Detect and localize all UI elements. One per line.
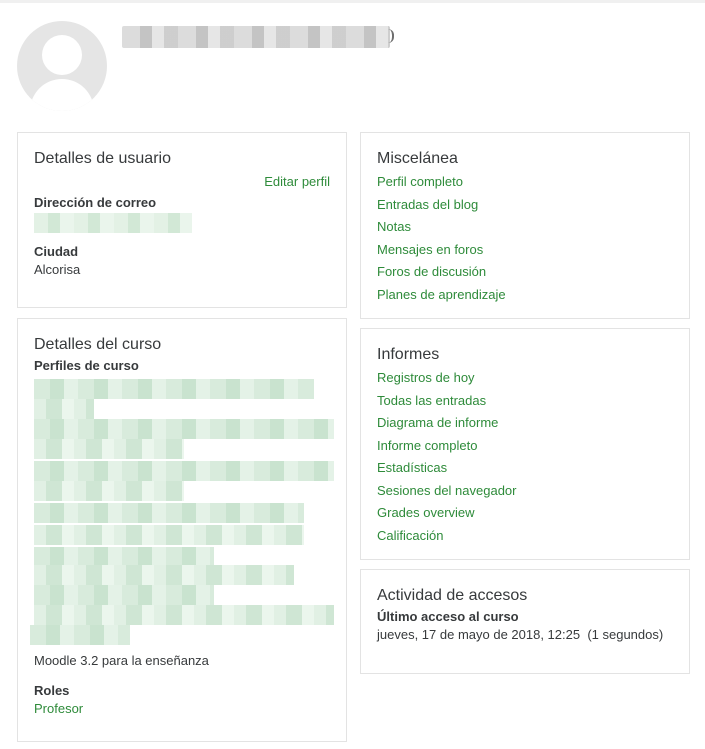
last-course-access-label: Último acceso al curso: [377, 609, 519, 624]
report-link-complete[interactable]: Informe completo: [377, 435, 673, 458]
course-details-title: Detalles del curso: [34, 336, 162, 353]
report-link-outline[interactable]: Diagrama de informe: [377, 412, 673, 435]
misc-link-blog-entries[interactable]: Entradas del blog: [377, 194, 673, 217]
avatar-head: [42, 35, 82, 75]
user-fullname-redacted: [122, 26, 394, 48]
report-link-today-logs[interactable]: Registros de hoy: [377, 367, 673, 390]
avatar-body: [30, 79, 94, 111]
report-link-statistics[interactable]: Estadísticas: [377, 457, 673, 480]
reports-title: Informes: [377, 346, 440, 363]
course-profiles-label: Perfiles de curso: [34, 358, 139, 373]
roles-label: Roles: [34, 683, 70, 698]
report-link-all-logs[interactable]: Todas las entradas: [377, 390, 673, 413]
user-details-card: Detalles de usuario Editar perfil Direcc…: [17, 132, 347, 308]
user-avatar-icon: [17, 21, 107, 111]
misc-title: Miscelánea: [377, 150, 458, 167]
top-divider: [0, 0, 705, 3]
access-activity-card: Actividad de accesos Último acceso al cu…: [360, 569, 690, 674]
course-details-card: Detalles del curso Perfiles de curso Moo…: [17, 318, 347, 742]
reports-card: Informes Registros de hoy Todas las entr…: [360, 328, 690, 560]
misc-link-full-profile[interactable]: Perfil completo: [377, 171, 673, 194]
city-value: Alcorisa: [34, 262, 81, 277]
report-link-grade[interactable]: Calificación: [377, 525, 673, 548]
misc-link-forum-posts[interactable]: Mensajes en foros: [377, 239, 673, 262]
city-label: Ciudad: [34, 244, 79, 259]
access-activity-title: Actividad de accesos: [377, 587, 528, 604]
email-label: Dirección de correo: [34, 195, 157, 210]
report-link-grades-overview[interactable]: Grades overview: [377, 502, 673, 525]
role-profesor-link[interactable]: Profesor: [34, 700, 330, 718]
report-link-browser-sessions[interactable]: Sesiones del navegador: [377, 480, 673, 503]
course-moodle-enseñanza: Moodle 3.2 para la enseñanza: [34, 653, 209, 668]
misc-link-notes[interactable]: Notas: [377, 216, 673, 239]
user-details-title: Detalles de usuario: [34, 150, 171, 167]
misc-card: Miscelánea Perfil completo Entradas del …: [360, 132, 690, 319]
misc-link-learning-plans[interactable]: Planes de aprendizaje: [377, 284, 673, 307]
last-course-access-value: jueves, 17 de mayo de 2018, 12:25 (1 seg…: [377, 627, 664, 642]
edit-profile-link[interactable]: Editar perfil: [264, 173, 330, 191]
misc-link-forum-discussions[interactable]: Foros de discusión: [377, 261, 673, 284]
course-profiles-list-redacted[interactable]: [30, 379, 334, 645]
email-value-redacted[interactable]: [34, 213, 192, 233]
